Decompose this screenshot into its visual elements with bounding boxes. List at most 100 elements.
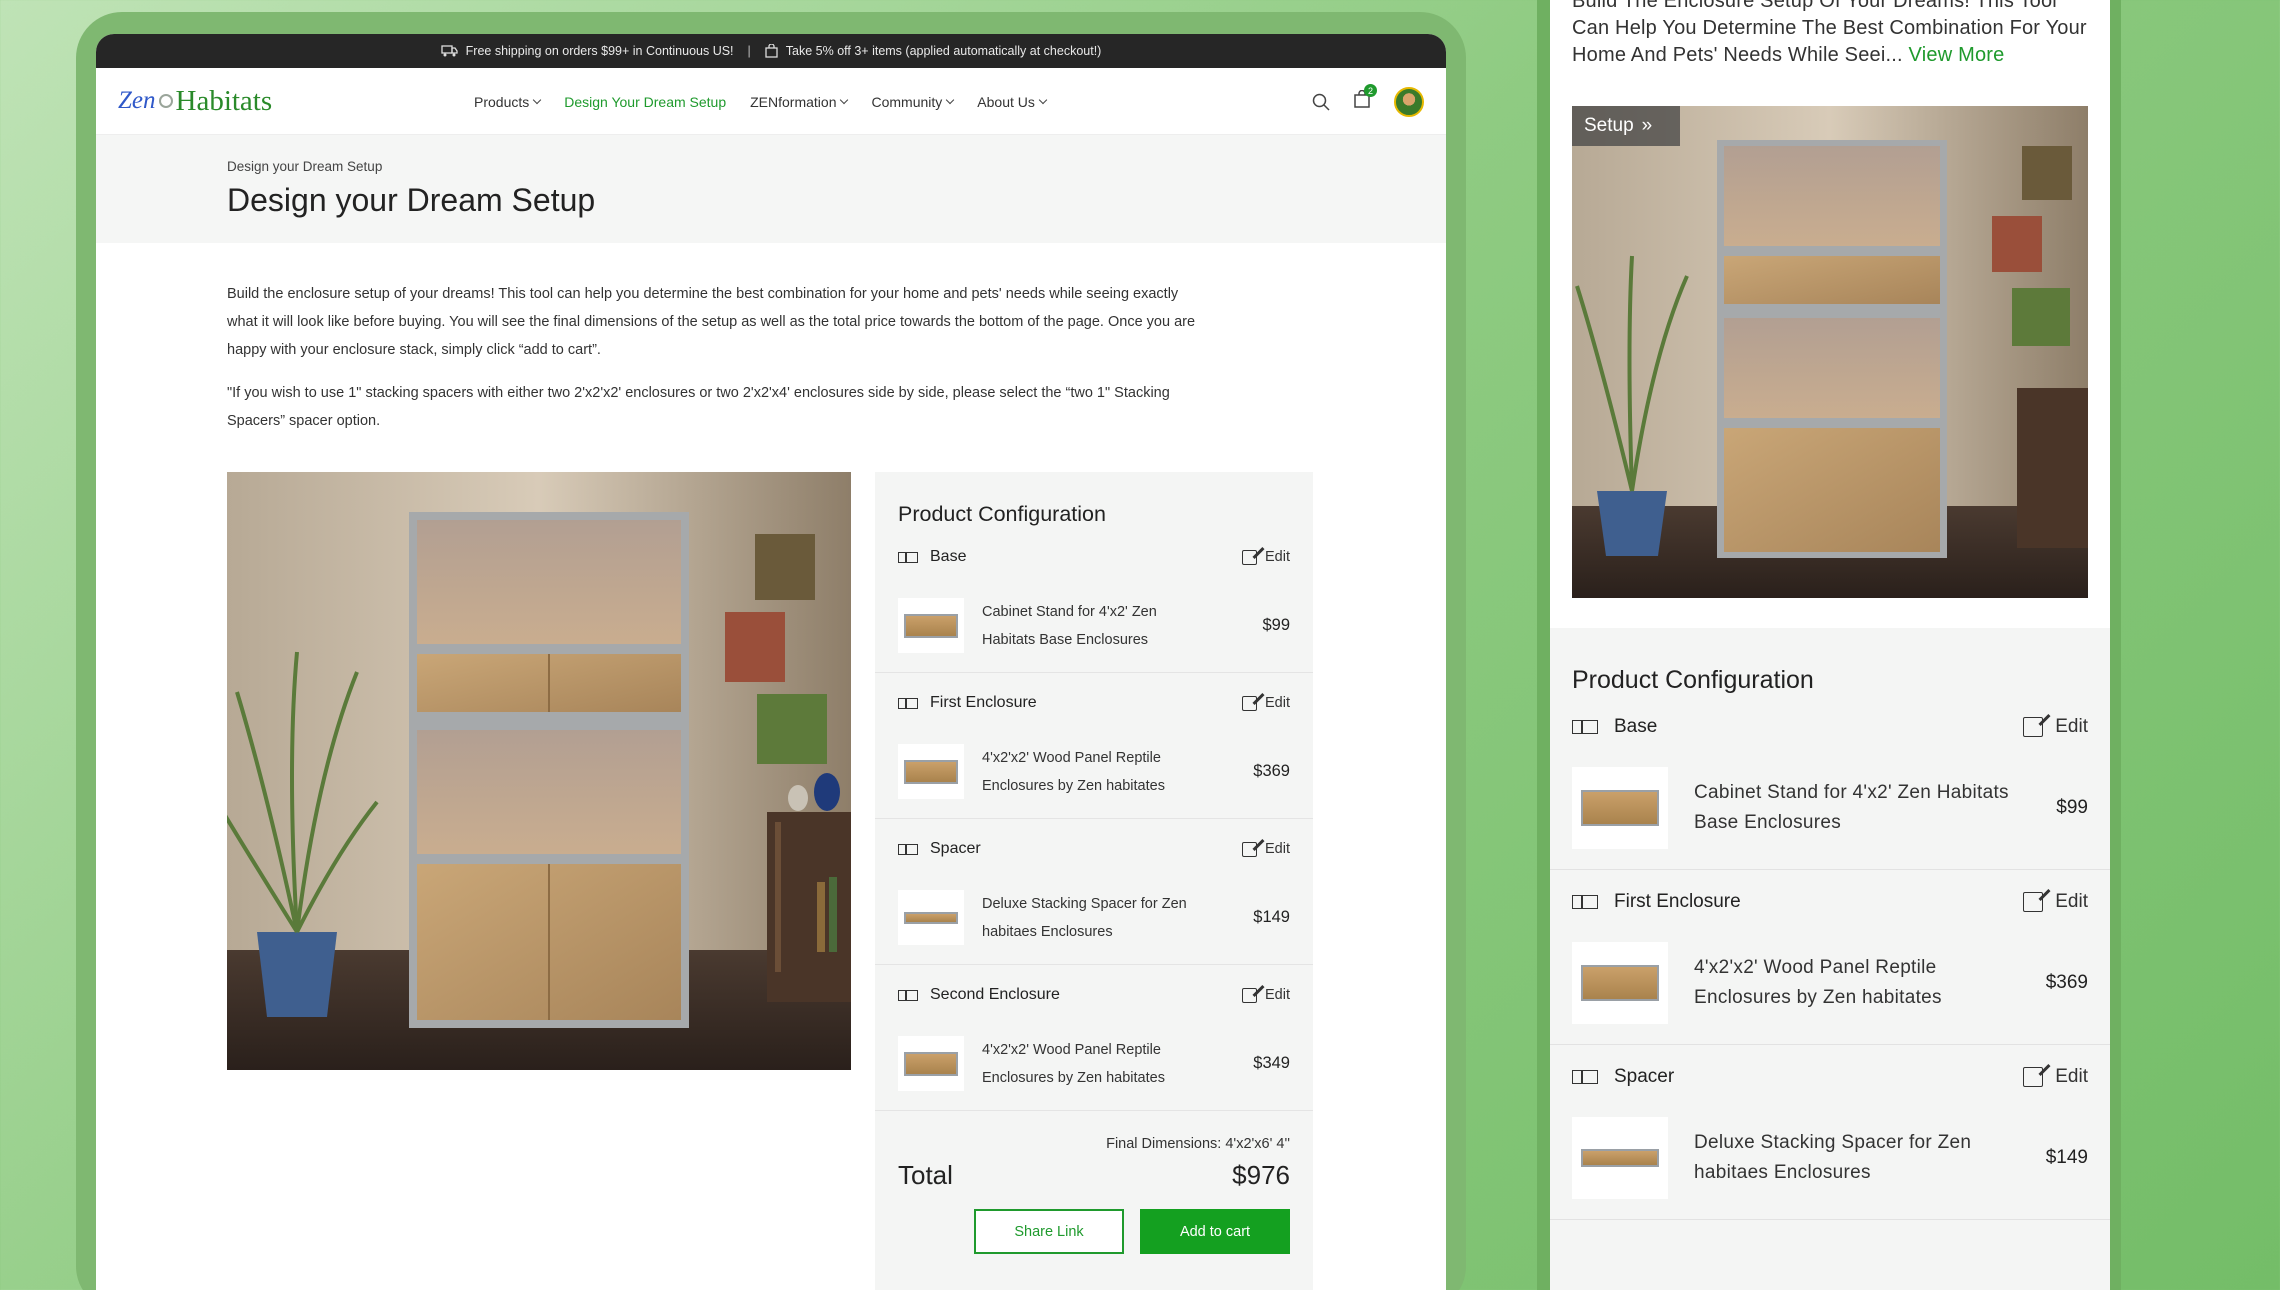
mobile-edit-first-enclosure-button[interactable]: Edit (2023, 891, 2088, 913)
config-section-base: Base Edit Cabinet Stand for 4'x2' Zen Ha… (875, 527, 1313, 673)
breadcrumb[interactable]: Design your Dream Setup (227, 159, 1446, 174)
add-to-cart-button[interactable]: Add to cart (1140, 1209, 1290, 1254)
edit-label: Edit (2055, 1066, 2088, 1087)
product-price: $369 (2045, 972, 2088, 993)
product-configuration-panel: Product Configuration Base Edit Cabinet … (875, 472, 1313, 1290)
edit-icon (2023, 1067, 2044, 1087)
edit-label: Edit (2055, 891, 2088, 912)
nav-item-about-us[interactable]: About Us (977, 93, 1048, 110)
intro-paragraph: Build the enclosure setup of your dreams… (227, 286, 1196, 358)
nav-item-community[interactable]: Community (871, 93, 955, 110)
zen-habitats-logo[interactable]: Zen Habitats (118, 85, 272, 118)
announcement-divider: | (747, 44, 751, 58)
config-actions: Share Link Add to cart (875, 1191, 1313, 1254)
search-icon[interactable] (1312, 93, 1330, 111)
edit-icon (1242, 695, 1257, 711)
announcement-bar: Free shipping on orders $99+ in Continuo… (96, 34, 1446, 68)
product-price: $149 (1253, 908, 1290, 926)
mobile-intro-body: Build The Enclosure Setup Of Your Dreams… (1572, 0, 2087, 66)
config-title: Product Configuration (898, 502, 1106, 526)
section-label: Spacer (1614, 1066, 1675, 1087)
setup-preview-image (227, 472, 851, 1070)
logo-emblem-icon (158, 94, 173, 108)
shopping-bag-icon (765, 44, 778, 58)
edit-label: Edit (1265, 695, 1290, 711)
final-dimensions: Final Dimensions: 4'x2'x6' 4'' (1106, 1136, 1290, 1152)
product-price: $369 (1253, 762, 1290, 780)
edit-icon (1242, 549, 1257, 565)
logo-text-habitats: Habitats (175, 84, 273, 117)
mobile-edit-base-button[interactable]: Edit (2023, 716, 2088, 738)
product-name: Deluxe Stacking Spacer for Zen habitaes … (1694, 1132, 1972, 1183)
mobile-setup-preview-image (1572, 106, 2088, 598)
nav-item-design-setup[interactable]: Design Your Dream Setup (564, 94, 726, 110)
spacer-icon (1572, 1070, 1598, 1084)
nav-label: Design Your Dream Setup (564, 93, 727, 110)
mobile-screen: Build The Enclosure Setup Of Your Dreams… (1550, 0, 2110, 1290)
nav-item-zenformation[interactable]: ZENformation (750, 94, 849, 110)
logo-text-zen: Zen (118, 87, 156, 114)
product-price: $149 (2045, 1147, 2088, 1168)
total-row: Total $976 (875, 1152, 1313, 1191)
nav-label: Products (474, 93, 530, 110)
user-avatar[interactable] (1394, 86, 1424, 117)
truck-icon (441, 45, 458, 57)
edit-base-button[interactable]: Edit (1242, 549, 1290, 565)
chevron-down-icon (1038, 95, 1048, 104)
product-price: $349 (1253, 1054, 1290, 1072)
edit-second-enclosure-button[interactable]: Edit (1242, 987, 1290, 1003)
nav-label: Community (871, 93, 943, 110)
nav-menu: Products Design Your Dream Setup ZENform… (474, 68, 1048, 135)
chevron-down-icon (946, 95, 955, 104)
edit-label: Edit (1265, 549, 1290, 565)
spacer-note: "If you wish to use 1" stacking spacers … (227, 385, 1170, 429)
view-more-link[interactable]: View More (1909, 44, 2005, 66)
spacer-icon (898, 843, 918, 855)
edit-label: Edit (1265, 987, 1290, 1003)
cabinet-icon (1572, 720, 1598, 734)
setup-badge-label: Setup (1584, 115, 1634, 136)
desktop-screen: Free shipping on orders $99+ in Continuo… (96, 34, 1446, 1290)
cabinet-icon (898, 551, 918, 563)
section-label: First Enclosure (930, 694, 1037, 711)
section-label: Base (930, 548, 967, 565)
product-thumbnail (898, 1036, 964, 1091)
product-thumbnail (898, 598, 964, 653)
product-name: 4'x2'x2' Wood Panel Reptile Enclosures b… (982, 749, 1165, 794)
section-label: First Enclosure (1614, 891, 1741, 912)
product-price: $99 (1262, 616, 1290, 634)
discount-text: Take 5% off 3+ items (applied automatica… (785, 44, 1102, 58)
mobile-section-spacer: Spacer Edit Deluxe Stacking Spacer for Z… (1550, 1045, 2110, 1220)
chevron-down-icon (533, 95, 542, 104)
edit-spacer-button[interactable]: Edit (1242, 841, 1290, 857)
share-link-button[interactable]: Share Link (974, 1209, 1124, 1254)
product-thumbnail (898, 744, 964, 799)
nav-label: About Us (977, 93, 1035, 110)
mobile-intro-text: Build The Enclosure Setup Of Your Dreams… (1572, 0, 2092, 69)
edit-icon (2023, 717, 2044, 737)
double-chevron-right-icon: » (1641, 115, 1653, 136)
product-name: 4'x2'x2' Wood Panel Reptile Enclosures b… (982, 1041, 1165, 1086)
mobile-section-first-enclosure: First Enclosure Edit 4'x2'x2' Wood Panel… (1550, 870, 2110, 1045)
product-name: Deluxe Stacking Spacer for Zen habitaes … (982, 895, 1187, 940)
enclosure-icon (898, 697, 918, 709)
intro-text: Build the enclosure setup of your dreams… (96, 280, 1336, 435)
mobile-section-base: Base Edit Cabinet Stand for 4'x2' Zen Ha… (1550, 695, 2110, 870)
mobile-edit-spacer-button[interactable]: Edit (2023, 1066, 2088, 1088)
setup-badge[interactable]: Setup » (1572, 106, 1680, 146)
chevron-down-icon (840, 95, 849, 104)
enclosure-icon (1572, 895, 1598, 909)
shipping-text: Free shipping on orders $99+ in Continuo… (465, 44, 734, 58)
config-section-second-enclosure: Second Enclosure Edit 4'x2'x2' Wood Pane… (875, 965, 1313, 1111)
enclosure-icon (898, 989, 918, 1001)
page-header: Design your Dream Setup Design your Drea… (96, 135, 1446, 243)
cart-button[interactable]: 2 (1354, 84, 1377, 113)
edit-label: Edit (1265, 841, 1290, 857)
cart-count-badge: 2 (1364, 84, 1377, 97)
nav-item-products[interactable]: Products (474, 93, 542, 110)
product-thumbnail (898, 890, 964, 945)
product-name: Cabinet Stand for 4'x2' Zen Habitats Bas… (1694, 782, 2009, 833)
mobile-product-configuration: Product Configuration Base Edit Cabinet … (1550, 628, 2110, 1290)
edit-icon (2023, 892, 2044, 912)
edit-first-enclosure-button[interactable]: Edit (1242, 695, 1290, 711)
